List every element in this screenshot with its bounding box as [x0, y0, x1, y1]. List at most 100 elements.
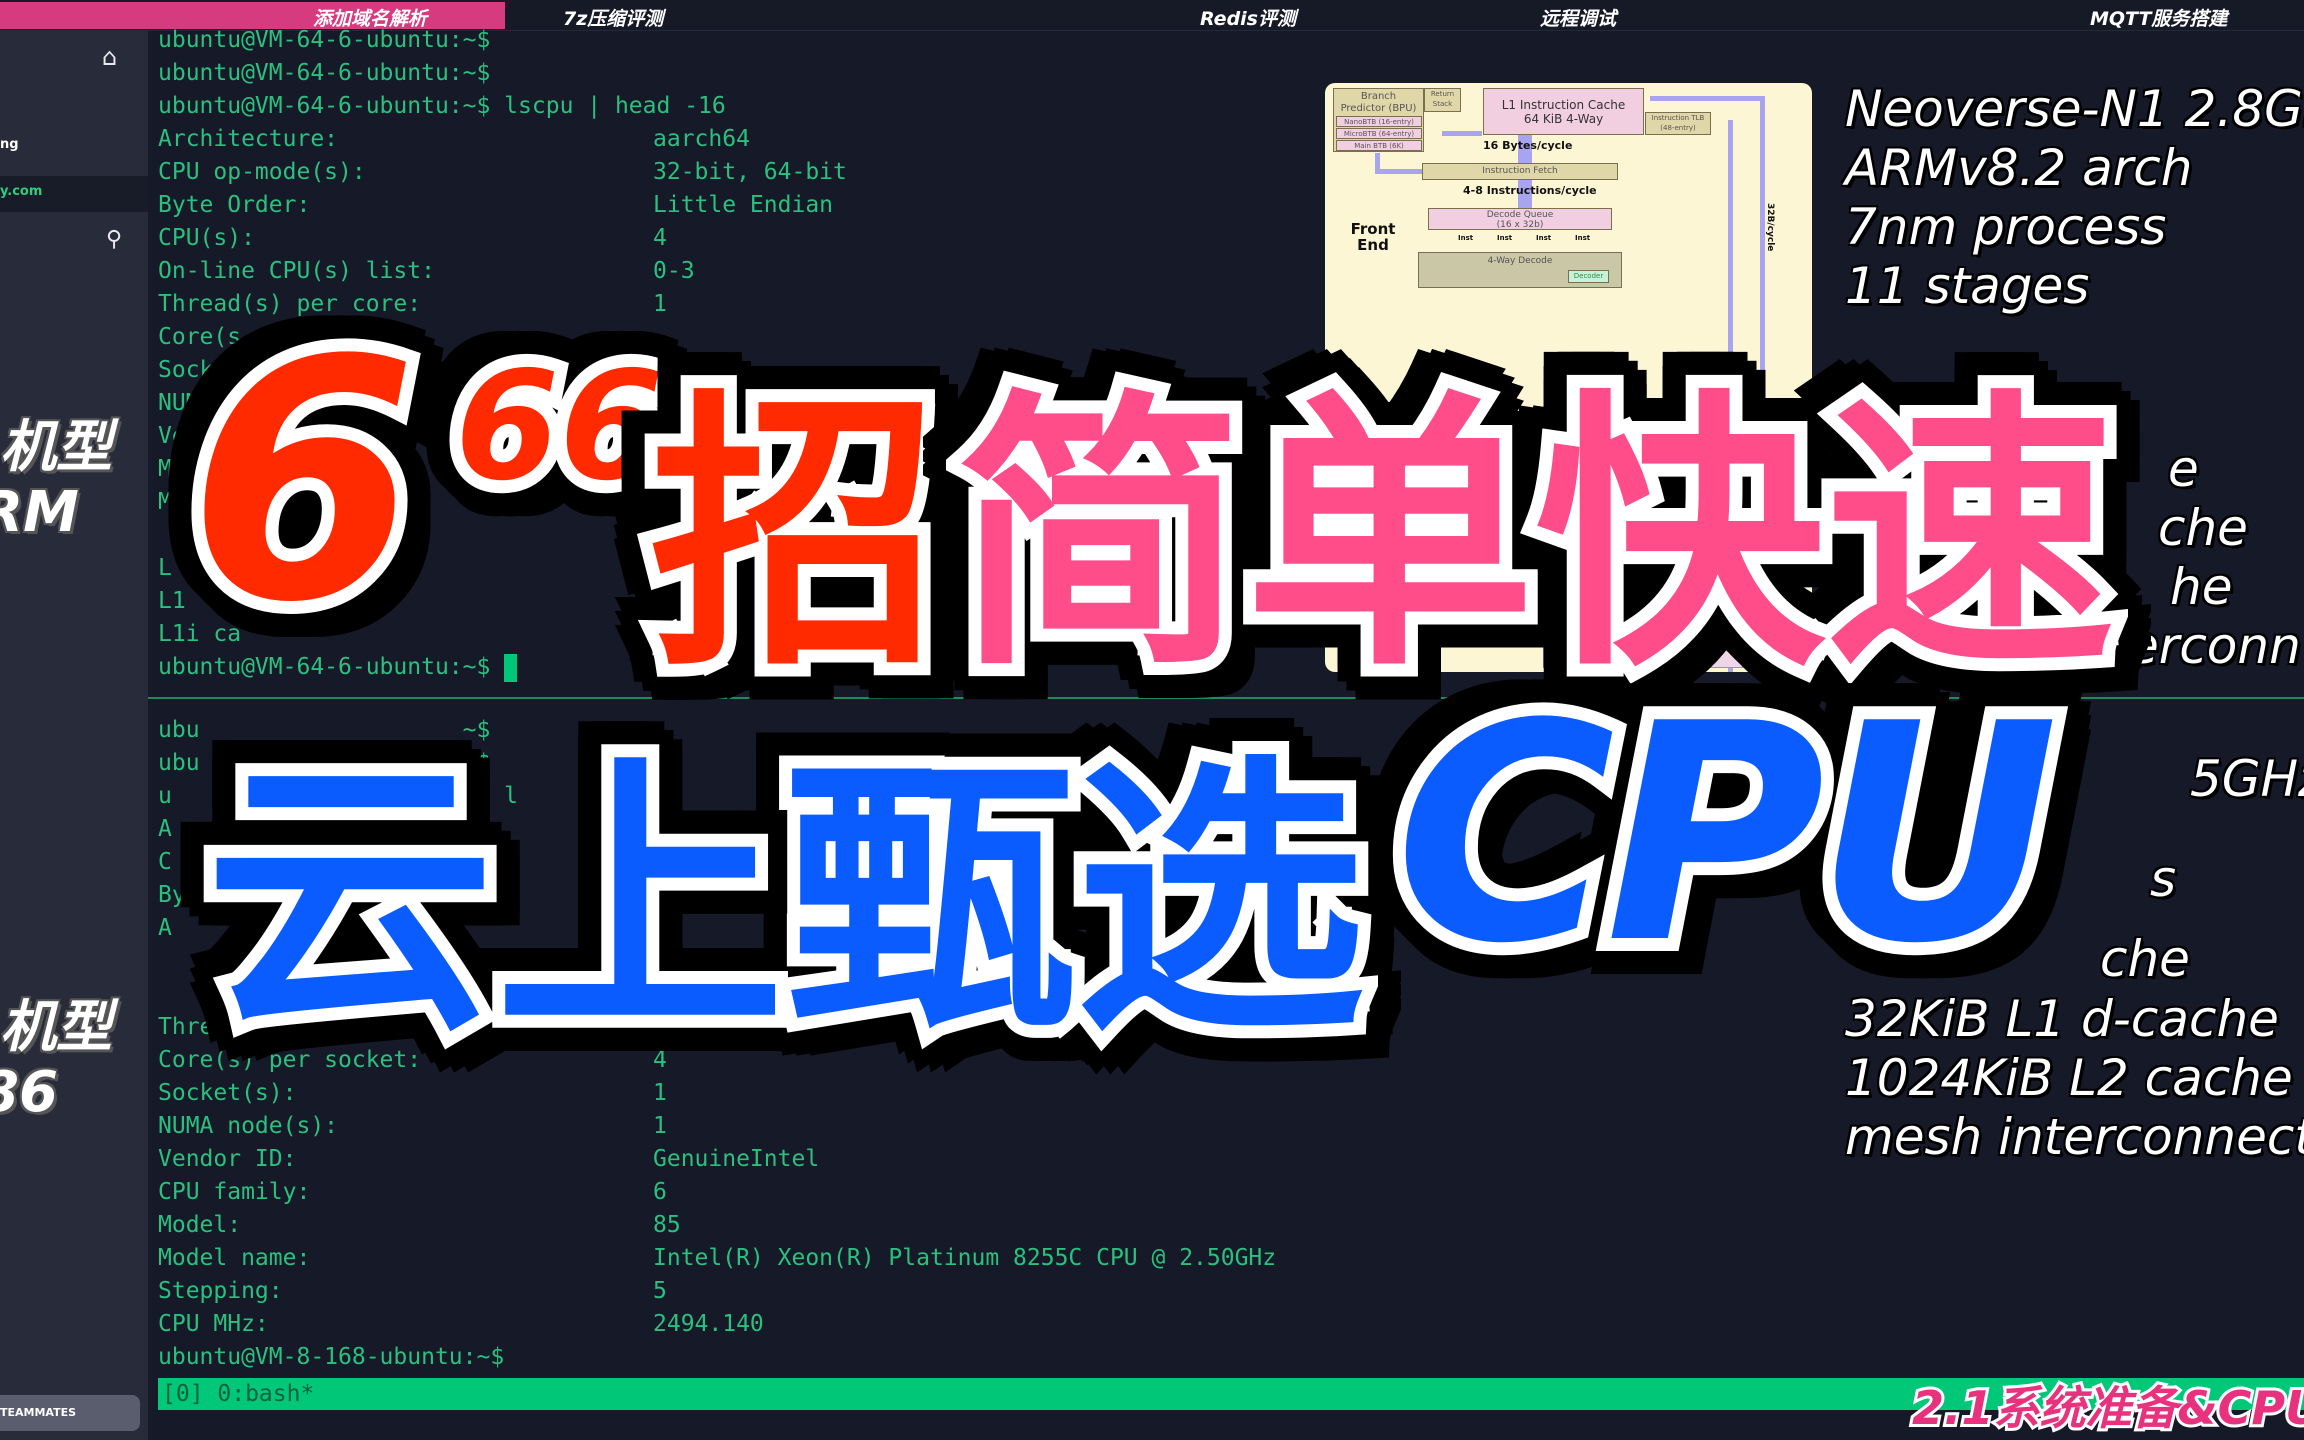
line-text: ubuntu@VM-64-6-ubuntu:~$ lscpu | head -1…	[158, 93, 726, 119]
terminal-line: A	[158, 912, 172, 945]
field-label: Model:	[158, 1212, 242, 1238]
spec-fragment: s	[2150, 850, 2177, 908]
field-value: 0-3	[653, 258, 695, 284]
decode-queue-size: (16 x 32b)	[1496, 220, 1544, 230]
terminal-line: Architecture: aarch64	[158, 123, 750, 156]
field-label: CPU family:	[158, 1179, 311, 1205]
spec-fragment: erconn	[2128, 617, 2301, 675]
line-text: C	[158, 849, 172, 875]
terminal-line: ubuntu@VM-64-6-ubuntu:~$	[158, 57, 490, 90]
decoder-box: Decoder	[1568, 270, 1609, 283]
terminal-line: Byte Order: Little Endian	[158, 189, 833, 222]
terminal-line: A	[158, 813, 172, 846]
arrow	[1442, 131, 1482, 136]
home-terminal-icon[interactable]: ⌂	[102, 43, 117, 71]
overlay-x86-model: 机型	[0, 995, 112, 1060]
field-value: GenuineIntel	[653, 1146, 820, 1172]
title-pink-words: 简单快速	[942, 355, 2128, 718]
terminal-line: Byt	[158, 879, 200, 912]
field-label: CPU MHz:	[158, 1311, 269, 1337]
spec-line: 7nm process	[1845, 198, 2167, 256]
inst-label: Inst	[1575, 234, 1591, 242]
field-label: On-line CPU(s) list:	[158, 258, 435, 284]
field-value: 2494.140	[653, 1311, 764, 1337]
decode-queue-label: Decode Queue	[1486, 210, 1554, 220]
line-text: Mo	[158, 456, 186, 482]
terminal-line: ubuntu@VM-64-6-ubuntu:~$	[158, 24, 490, 57]
sidebar: ⌂ ng y.com ⚲ 机型 RM 机型 86 TEAMMATES	[0, 31, 148, 1440]
sidebar-selected-item[interactable]: y.com	[0, 176, 148, 212]
spec-fragment: 5GHz	[2190, 750, 2304, 808]
field-value: 4	[653, 225, 667, 251]
terminal-line: M	[158, 486, 172, 519]
line-text: L	[158, 555, 172, 581]
title-red-word: 招	[637, 355, 953, 718]
title-line2-cpu: CPU	[1382, 647, 2072, 1022]
micro-btb: MicroBTB (64-entry)	[1336, 128, 1422, 139]
fetch-rate: 16 Bytes/cycle	[1483, 139, 1573, 152]
line-text: L1	[158, 588, 186, 614]
field-value: Intel(R) Xeon(R) Platinum 8255C CPU @ 2.…	[653, 1245, 1277, 1271]
nano-btb: NanoBTB (16-entry)	[1336, 116, 1422, 127]
terminal-line: CPU op-mode(s): 32-bit, 64-bit	[158, 156, 847, 189]
title-number: 6	[175, 277, 431, 687]
terminal-line: On-line CPU(s) list: 0-3	[158, 255, 695, 288]
sidebar-item-label[interactable]: ng	[0, 137, 19, 152]
field-value: Little Endian	[653, 192, 834, 218]
instruction-fetch: Instruction Fetch	[1422, 163, 1618, 180]
title-line2-cjk: 云上甄选	[192, 720, 1378, 1083]
decode-label: 4-Way Decode	[1487, 256, 1553, 266]
instruction-tlb: Instruction TLB (48-entry)	[1645, 112, 1711, 135]
main-btb: Main BTB (6K)	[1336, 140, 1422, 151]
line-text: ubuntu@VM-8-168-ubuntu:~$	[158, 1344, 505, 1370]
return-stack: Return Stack	[1424, 88, 1461, 112]
tab-7z-benchmark[interactable]: 7z压缩评测	[563, 4, 663, 31]
line-text: ubuntu@VM-64-6-ubuntu:~$	[158, 27, 491, 53]
terminal-line: Ve	[158, 420, 186, 453]
spec-fragment: he	[2170, 558, 2233, 616]
terminal-line: CPU family: 6	[158, 1176, 667, 1209]
spec-line: 1024KiB L2 cache	[1845, 1049, 2293, 1107]
overlay-arm-model: 机型	[0, 415, 112, 480]
decode-queue: Decode Queue (16 x 32b)	[1428, 208, 1612, 230]
field-label: Architecture:	[158, 126, 339, 152]
terminal-line: Model: 85	[158, 1209, 681, 1242]
spec-line: ARMv8.2 arch	[1845, 139, 2193, 197]
search-icon[interactable]: ⚲	[106, 227, 122, 252]
line-text: Byt	[158, 882, 200, 908]
field-label: Model name:	[158, 1245, 311, 1271]
line-text: A	[158, 816, 172, 842]
terminal-line: ubuntu@VM-64-6-ubuntu:~$ lscpu | head -1…	[158, 90, 726, 123]
decode-rate: 4-8 Instructions/cycle	[1463, 184, 1597, 197]
terminal-line: L1	[158, 585, 186, 618]
tab-mqtt-setup[interactable]: MQTT服务搭建	[2090, 4, 2227, 31]
overlay-arm-label: RM	[0, 480, 79, 545]
spec-fragment: e	[2168, 440, 2199, 498]
inst-label: Inst	[1458, 234, 1474, 242]
inst-label: Inst	[1497, 234, 1513, 242]
tab-remote-debug[interactable]: 远程调试	[1540, 4, 1616, 31]
field-label: CPU op-mode(s):	[158, 159, 366, 185]
spec-line: mesh interconnect	[1845, 1108, 2304, 1166]
inst-label: Inst	[1536, 234, 1552, 242]
line-text: M	[158, 489, 172, 515]
terminal-line: CPU MHz: 2494.140	[158, 1308, 764, 1341]
field-label: CPU(s):	[158, 225, 255, 251]
l1-cache-label: L1 Instruction Cache	[1501, 98, 1626, 112]
field-label: Vendor ID:	[158, 1146, 297, 1172]
terminal-line: L	[158, 552, 172, 585]
field-label: Stepping:	[158, 1278, 283, 1304]
field-label: NUMA node(s):	[158, 1113, 339, 1139]
l1-instruction-cache: L1 Instruction Cache 64 KiB 4-Way	[1483, 88, 1644, 135]
tab-redis-benchmark[interactable]: Redis评测	[1200, 4, 1296, 31]
line-text: Ve	[158, 423, 186, 449]
terminal-line: C	[158, 846, 172, 879]
teammates-button[interactable]: TEAMMATES	[0, 1395, 140, 1431]
field-label: Byte Order:	[158, 192, 311, 218]
terminal-line: Vendor ID: GenuineIntel	[158, 1143, 819, 1176]
field-value: 5	[653, 1278, 667, 1304]
line-text: ubuntu@VM-64-6-ubuntu:~$	[158, 60, 491, 86]
branch-predictor-label: Branch Predictor (BPU)	[1340, 91, 1417, 114]
terminal-line: NUMA node(s): 1	[158, 1110, 667, 1143]
spec-fragment: che	[2100, 930, 2190, 988]
